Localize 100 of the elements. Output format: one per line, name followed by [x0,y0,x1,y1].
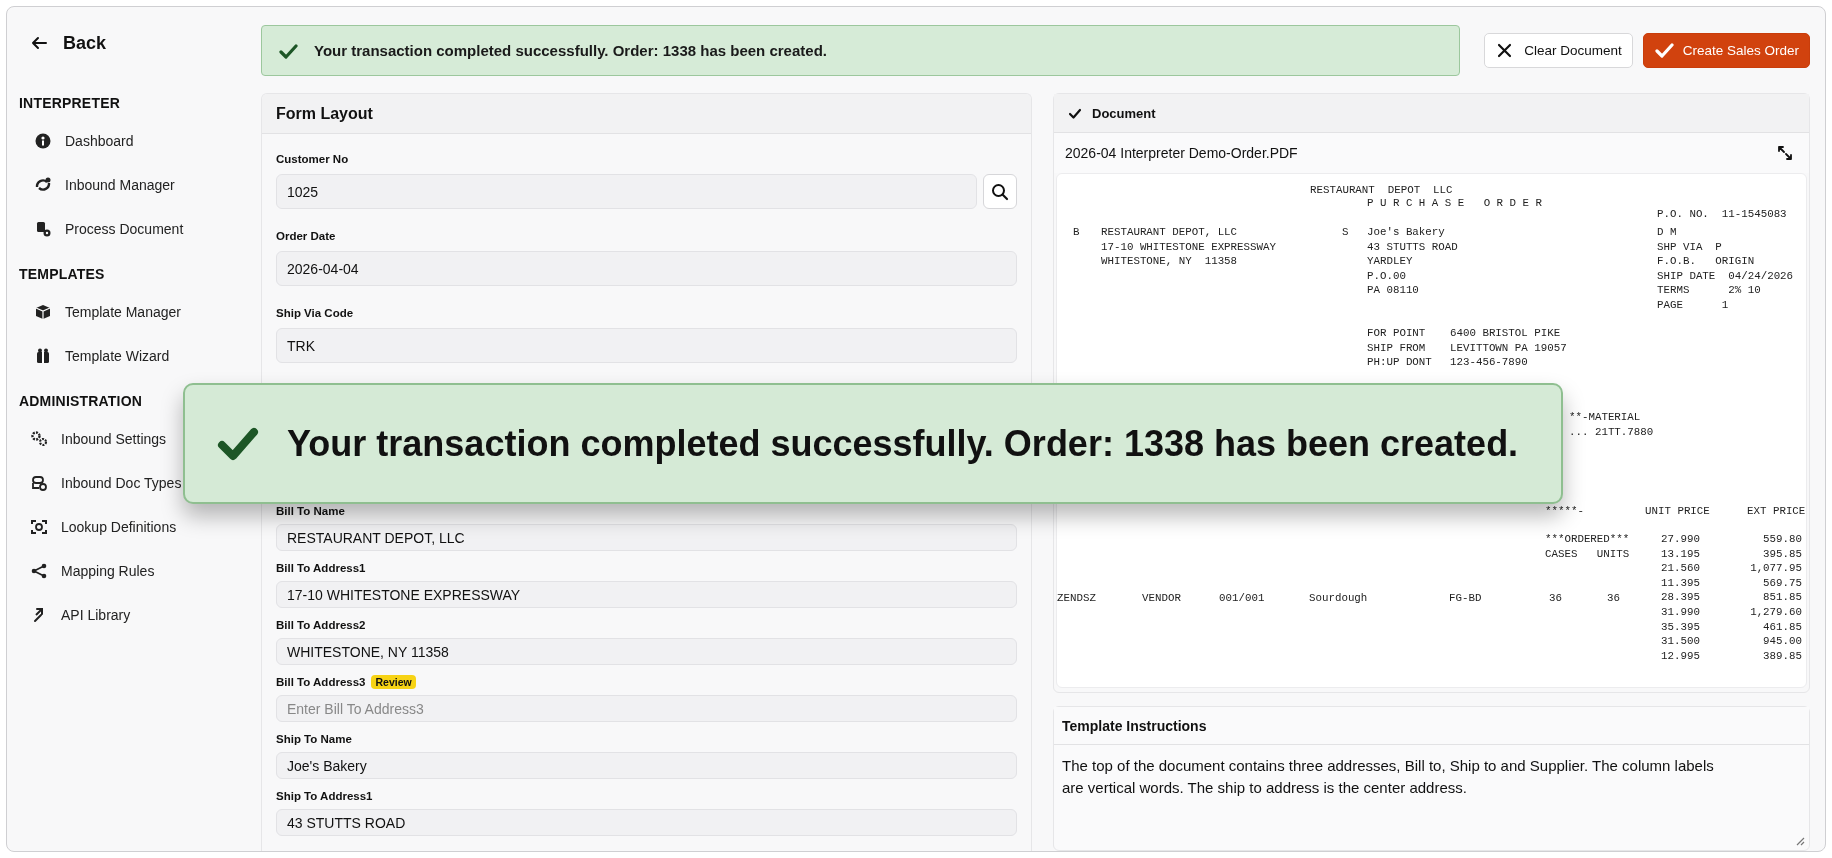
document-text: 17-10 WHITESTONE EXPRESSWAY [1101,239,1276,255]
field-label: Bill To Address2 [276,618,366,631]
document-text: PAGE 1 [1657,297,1729,313]
document-text: VENDOR [1142,591,1181,606]
search-icon [991,182,1009,201]
document-text: FG-BD [1449,591,1482,606]
input-field[interactable]: Joe's Bakery [276,752,1017,779]
section-heading: TEMPLATES [19,266,106,282]
search-button[interactable] [983,174,1017,209]
scan-icon [30,518,48,536]
document-text: 28.395 [1661,590,1700,605]
file-name: 2026-04 Interpreter Demo-Order.PDF [1065,145,1298,161]
document-text: 001/001 [1219,591,1265,606]
nav-item[interactable]: Inbound Doc Types [30,473,182,493]
resize-grip-icon [1795,836,1805,846]
clear-button[interactable]: Clear Document [1484,33,1633,68]
document-text: B [1073,225,1080,240]
document-text: 1,279.60 [1750,604,1802,620]
input-field[interactable]: TRK [276,328,1017,363]
document-text: Joe's Bakery [1367,225,1445,240]
section-heading: INTERPRETER [19,95,121,111]
document-text: 945.00 [1763,634,1802,649]
document-text: 36 [1549,591,1562,606]
document-text: 1,077.95 [1750,561,1802,576]
nav-item[interactable]: Process Document [34,219,184,239]
nav-item[interactable]: Template Wizard [34,346,170,366]
document-text: D M [1657,225,1677,240]
document-text: P U R C H A S E O R D E R [1367,196,1542,211]
refresh-icon [34,176,52,194]
document-text: RESTAURANT DEPOT LLC [1310,183,1453,198]
field-label: Order Date [276,229,336,242]
instructions-field[interactable]: The top of the document contains three addresses, Bill to, Ship to and Supplier. The column labels are vertical words. The ship to address is the center address. [1054,745,1809,850]
document-text: 31.990 [1661,604,1700,620]
input-field[interactable]: 2026-04-04 [276,251,1017,286]
document-text: *****- [1545,504,1584,519]
document-text: 6400 BRISTOL PIKE [1450,326,1561,341]
document-text: 31.500 [1661,634,1700,649]
document-text: Sourdough [1309,591,1368,606]
document-text: 11.395 [1661,575,1700,591]
check-icon [1068,106,1082,120]
check-icon [217,425,259,462]
document-text: LEVITTOWN PA 19057 [1450,340,1567,356]
document-text: 559.80 [1763,532,1802,547]
nav-item[interactable]: Mapping Rules [30,561,155,581]
document-text: PH:UP DONT [1367,355,1432,370]
input-field[interactable]: Enter Bill To Address3 [276,695,1017,722]
nav-item[interactable]: Template Manager [34,302,181,322]
gears-icon [30,430,48,448]
document-text: 43 STUTTS ROAD [1367,239,1458,255]
field-label: Customer No [276,152,349,165]
field-label: Bill To Address1 [276,561,366,574]
field-label: Bill To Name [276,504,345,517]
nav-item[interactable]: Inbound Settings [30,429,167,449]
box-icon [34,303,52,321]
toast-message: Your transaction completed successfully. Order: 1338 has been created. [314,42,827,59]
document-text: RESTAURANT DEPOT, LLC [1101,225,1238,240]
document-text: 461.85 [1763,619,1802,635]
document-text: 389.85 [1763,648,1802,664]
panel-title: Template Instructions [1054,707,1809,746]
back-link[interactable]: Back [17,32,107,54]
check-icon [1653,41,1674,60]
document-text: **-MATERIAL [1569,410,1641,425]
document-text: TERMS 2% 10 [1657,283,1761,298]
create-order-button[interactable]: Create Sales Order [1642,33,1810,68]
document-text: 35.395 [1661,619,1700,635]
field-label: Ship To Address1 [276,789,373,802]
review-badge: Review [371,674,416,689]
document-text: 13.195 [1661,546,1700,562]
input-field[interactable]: 17-10 WHITESTONE EXPRESSWAY [276,581,1017,608]
back-arrow-icon [31,36,47,50]
document-text: EXT PRICE [1747,504,1806,519]
document-text: 27.990 [1661,532,1700,547]
callout-message: Your transaction completed successfully. Order: 1338 has been created. [287,422,1519,465]
input-field[interactable]: 43 STUTTS ROAD [276,809,1017,836]
document-text: SHP VIA P [1657,239,1722,255]
document-text: SHIP DATE 04/24/2026 [1657,268,1794,284]
nav-item[interactable]: Lookup Definitions [30,517,177,537]
document-text: S [1342,225,1349,240]
document-text: P.O.00 [1367,268,1406,284]
nav-item[interactable]: Inbound Manager [34,175,175,195]
document-text: ... 21TT.7880 [1569,424,1654,440]
document-text: 395.85 [1763,546,1802,562]
document-text: 123-456-7890 [1450,355,1528,370]
expand-icon [1777,145,1793,161]
document-text: PA 08110 [1367,283,1419,298]
document-text: WHITESTONE, NY 11358 [1101,254,1238,269]
document-text: CASES UNITS [1545,546,1630,562]
panel-title: Form Layout [262,94,1031,134]
input-field[interactable]: WHITESTONE, NY 11358 [276,638,1017,665]
check-icon [278,41,298,60]
share-icon [30,562,48,580]
nav-item[interactable]: Dashboard [34,131,134,151]
input-field[interactable]: 1025 [276,174,977,209]
section-heading: ADMINISTRATION [19,393,144,409]
document-text: ***ORDERED*** [1545,532,1630,547]
field-label: Ship Via Code [276,306,354,319]
expand-button[interactable] [1777,145,1793,161]
field-label: Ship To Name [276,732,352,745]
nav-item[interactable]: API Library [30,605,131,625]
input-field[interactable]: RESTAURANT DEPOT, LLC [276,524,1017,551]
